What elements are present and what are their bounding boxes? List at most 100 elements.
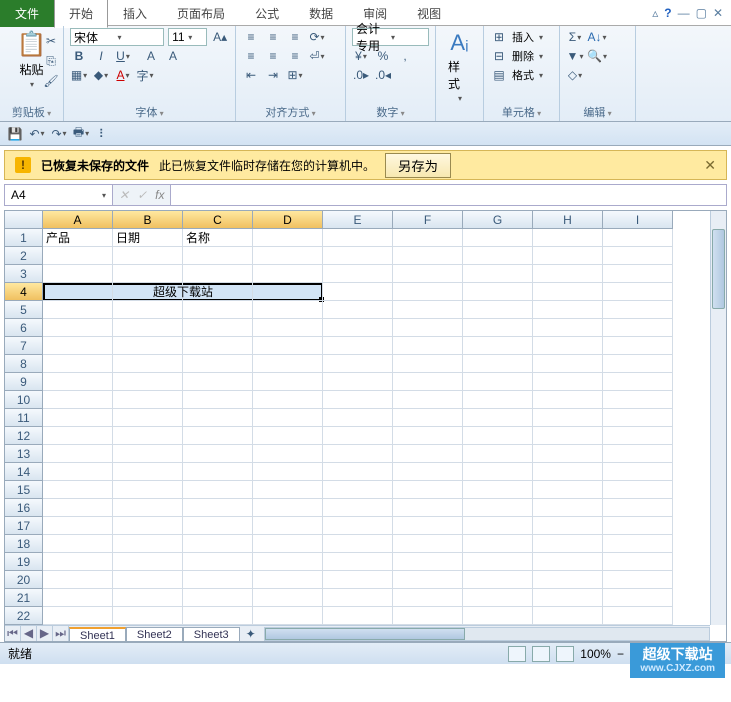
cell-G11[interactable] — [463, 409, 533, 427]
bold-icon[interactable]: B — [70, 47, 88, 65]
cell-B11[interactable] — [113, 409, 183, 427]
cell-G19[interactable] — [463, 553, 533, 571]
cell-A6[interactable] — [43, 319, 113, 337]
find-icon[interactable]: 🔍▾ — [588, 47, 606, 65]
sheet-nav-prev-icon[interactable]: ◀ — [21, 626, 37, 641]
cell-C6[interactable] — [183, 319, 253, 337]
cell-D22[interactable] — [253, 607, 323, 625]
undo-icon[interactable]: ↶▾ — [28, 125, 46, 143]
cell-E12[interactable] — [323, 427, 393, 445]
col-head-A[interactable]: A — [43, 211, 113, 229]
cell-A10[interactable] — [43, 391, 113, 409]
underline-icon[interactable]: U▾ — [114, 47, 132, 65]
col-head-B[interactable]: B — [113, 211, 183, 229]
cell-E15[interactable] — [323, 481, 393, 499]
cell-E22[interactable] — [323, 607, 393, 625]
cell-C19[interactable] — [183, 553, 253, 571]
row-head-1[interactable]: 1 — [5, 229, 43, 247]
align-left-icon[interactable]: ≡ — [242, 47, 260, 65]
cell-G9[interactable] — [463, 373, 533, 391]
cell-D17[interactable] — [253, 517, 323, 535]
cell-F20[interactable] — [393, 571, 463, 589]
clear-icon[interactable]: ◇▾ — [566, 66, 584, 84]
cell-E2[interactable] — [323, 247, 393, 265]
col-head-D[interactable]: D — [253, 211, 323, 229]
cell-H17[interactable] — [533, 517, 603, 535]
cell-I2[interactable] — [603, 247, 673, 265]
cell-B21[interactable] — [113, 589, 183, 607]
cell-E1[interactable] — [323, 229, 393, 247]
horizontal-scrollbar[interactable] — [264, 627, 710, 641]
cell-I6[interactable] — [603, 319, 673, 337]
row-head-4[interactable]: 4 — [5, 283, 43, 301]
cell-E19[interactable] — [323, 553, 393, 571]
indent-dec-icon[interactable]: ⇤ — [242, 66, 260, 84]
styles-button[interactable]: Aᵢ 样式▾ — [442, 28, 477, 105]
cell-B5[interactable] — [113, 301, 183, 319]
cell-B9[interactable] — [113, 373, 183, 391]
cell-D12[interactable] — [253, 427, 323, 445]
cell-D18[interactable] — [253, 535, 323, 553]
fill-icon[interactable]: ▼▾ — [566, 47, 584, 65]
cell-H19[interactable] — [533, 553, 603, 571]
cell-G20[interactable] — [463, 571, 533, 589]
cell-E3[interactable] — [323, 265, 393, 283]
cell-F1[interactable] — [393, 229, 463, 247]
col-head-H[interactable]: H — [533, 211, 603, 229]
cell-B3[interactable] — [113, 265, 183, 283]
cell-F19[interactable] — [393, 553, 463, 571]
cell-A3[interactable] — [43, 265, 113, 283]
cell-I1[interactable] — [603, 229, 673, 247]
cell-H4[interactable] — [533, 283, 603, 301]
italic-icon[interactable]: I — [92, 47, 110, 65]
cell-I3[interactable] — [603, 265, 673, 283]
redo-icon[interactable]: ↷▾ — [50, 125, 68, 143]
zoom-level[interactable]: 100% — [580, 647, 611, 661]
font-size-combo[interactable]: 11▾ — [168, 28, 207, 46]
row-head-10[interactable]: 10 — [5, 391, 43, 409]
cell-G12[interactable] — [463, 427, 533, 445]
cell-G3[interactable] — [463, 265, 533, 283]
cut-icon[interactable]: ✂ — [42, 32, 60, 50]
number-format-combo[interactable]: 会计专用▾ — [352, 28, 429, 46]
wrap-text-icon[interactable]: ⏎▾ — [308, 47, 326, 65]
cell-I10[interactable] — [603, 391, 673, 409]
row-head-3[interactable]: 3 — [5, 265, 43, 283]
cell-D8[interactable] — [253, 355, 323, 373]
cell-H5[interactable] — [533, 301, 603, 319]
cell-A13[interactable] — [43, 445, 113, 463]
delete-cells-button[interactable]: ⊟ — [490, 47, 508, 65]
cell-H8[interactable] — [533, 355, 603, 373]
decrease-font-icon[interactable]: A — [142, 47, 160, 65]
cell-H13[interactable] — [533, 445, 603, 463]
cell-H21[interactable] — [533, 589, 603, 607]
cell-H6[interactable] — [533, 319, 603, 337]
cell-E10[interactable] — [323, 391, 393, 409]
cell-I15[interactable] — [603, 481, 673, 499]
cell-D1[interactable] — [253, 229, 323, 247]
row-head-18[interactable]: 18 — [5, 535, 43, 553]
cell-C11[interactable] — [183, 409, 253, 427]
help-icon[interactable]: ? — [664, 6, 671, 20]
cell-B18[interactable] — [113, 535, 183, 553]
window-restore-icon[interactable]: ▢ — [696, 6, 707, 20]
cell-G14[interactable] — [463, 463, 533, 481]
cell-A15[interactable] — [43, 481, 113, 499]
cell-F13[interactable] — [393, 445, 463, 463]
border-icon[interactable]: ▦▾ — [70, 66, 88, 84]
align-mid-icon[interactable]: ≡ — [264, 28, 282, 46]
cell-H22[interactable] — [533, 607, 603, 625]
cell-F17[interactable] — [393, 517, 463, 535]
row-head-11[interactable]: 11 — [5, 409, 43, 427]
qat-customize-icon[interactable]: ⠇ — [94, 125, 112, 143]
cell-G21[interactable] — [463, 589, 533, 607]
cell-G10[interactable] — [463, 391, 533, 409]
cell-D19[interactable] — [253, 553, 323, 571]
cell-B17[interactable] — [113, 517, 183, 535]
cell-E5[interactable] — [323, 301, 393, 319]
cell-D15[interactable] — [253, 481, 323, 499]
cell-F8[interactable] — [393, 355, 463, 373]
cell-I5[interactable] — [603, 301, 673, 319]
cell-G18[interactable] — [463, 535, 533, 553]
cell-B2[interactable] — [113, 247, 183, 265]
